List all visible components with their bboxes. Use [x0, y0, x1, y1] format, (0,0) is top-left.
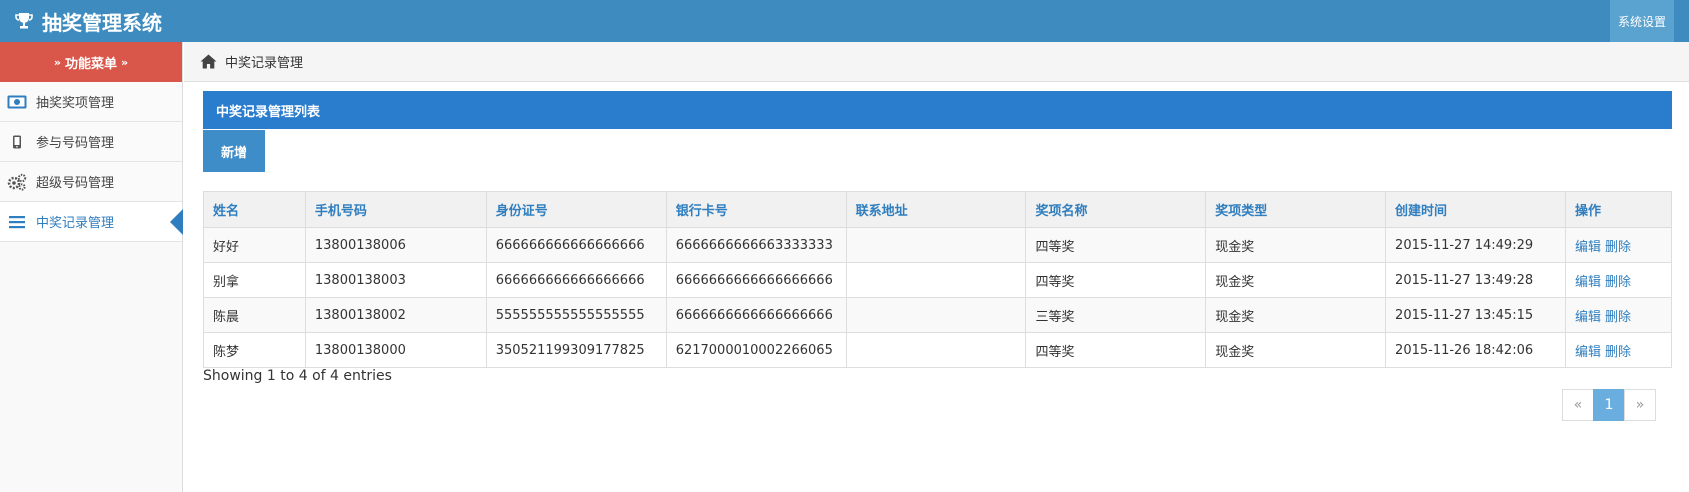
cell-actions: 编辑 删除 — [1564, 332, 1673, 368]
system-settings-button[interactable]: 系统设置 — [1610, 0, 1674, 42]
cell-created-time: 2015-11-26 18:42:06 — [1385, 332, 1566, 368]
cell-bank-card: 6217000010002266065 — [665, 332, 847, 368]
entries-info: Showing 1 to 4 of 4 entries — [203, 368, 392, 384]
cell-actions: 编辑 删除 — [1564, 262, 1673, 298]
table-row: 陈梦 13800138000 350521199309177825 621700… — [203, 332, 1673, 368]
pagination: « 1 » — [1562, 389, 1656, 421]
cell-prize-name: 四等奖 — [1025, 227, 1207, 263]
table-row: 好好 13800138006 666666666666666666 666666… — [203, 227, 1673, 263]
edit-link[interactable]: 编辑 — [1575, 345, 1601, 360]
page-1-button[interactable]: 1 — [1593, 389, 1625, 421]
double-chevron-down-icon: » — [121, 55, 129, 69]
sidebar-item-label: 参与号码管理 — [36, 136, 115, 151]
list-icon — [6, 212, 28, 232]
column-header[interactable]: 姓名 — [203, 191, 306, 228]
cell-name: 陈梦 — [203, 332, 306, 368]
cell-phone: 13800138006 — [304, 227, 487, 263]
brand[interactable]: 抽奖管理系统 — [14, 0, 162, 42]
double-chevron-down-icon: » — [53, 55, 61, 69]
cell-phone: 13800138002 — [304, 297, 487, 333]
edit-link[interactable]: 编辑 — [1575, 310, 1601, 325]
column-header[interactable]: 身份证号 — [485, 191, 667, 228]
add-button[interactable]: 新增 — [203, 130, 265, 172]
column-header[interactable]: 手机号码 — [304, 191, 487, 228]
cell-address — [845, 297, 1027, 333]
sidebar: » 功能菜单 » 抽奖奖项管理 参与号码管理 超级号码管理 中奖记录管理 — [0, 42, 183, 492]
cell-created-time: 2015-11-27 13:45:15 — [1385, 297, 1566, 333]
cell-phone: 13800138000 — [304, 332, 487, 368]
cell-id-number: 666666666666666666 — [485, 227, 667, 263]
cell-address — [845, 332, 1027, 368]
column-header[interactable]: 奖项名称 — [1025, 191, 1207, 228]
menu-title: 功能菜单 — [64, 56, 117, 72]
cell-name: 陈晨 — [203, 297, 306, 333]
menu-header[interactable]: » 功能菜单 » — [0, 42, 182, 82]
prev-page-button[interactable]: « — [1562, 389, 1594, 421]
table-header-row: 姓名 手机号码 身份证号 银行卡号 联系地址 奖项名称 奖项类型 创建时间 操作 — [203, 191, 1673, 228]
cell-created-time: 2015-11-27 14:49:29 — [1385, 227, 1566, 263]
cell-bank-card: 6666666666666666666 — [665, 297, 847, 333]
delete-link[interactable]: 删除 — [1605, 310, 1631, 325]
sidebar-item-label: 中奖记录管理 — [36, 216, 115, 231]
sidebar-item-participant-numbers[interactable]: 参与号码管理 — [0, 122, 182, 162]
cell-id-number: 350521199309177825 — [485, 332, 667, 368]
sidebar-item-winning-records[interactable]: 中奖记录管理 — [0, 202, 183, 242]
panel-title: 中奖记录管理列表 — [203, 91, 1672, 129]
app-title: 抽奖管理系统 — [42, 10, 162, 35]
column-header[interactable]: 联系地址 — [845, 191, 1027, 228]
sidebar-item-prize-management[interactable]: 抽奖奖项管理 — [0, 82, 182, 122]
edit-link[interactable]: 编辑 — [1575, 240, 1601, 255]
money-icon — [6, 92, 28, 112]
cell-prize-name: 三等奖 — [1025, 297, 1207, 333]
cell-id-number: 555555555555555555 — [485, 297, 667, 333]
cell-prize-type: 现金奖 — [1205, 262, 1387, 298]
mobile-icon — [6, 132, 28, 152]
column-header[interactable]: 创建时间 — [1385, 191, 1566, 228]
column-header[interactable]: 奖项类型 — [1205, 191, 1387, 228]
table-row: 别拿 13800138003 666666666666666666 666666… — [203, 262, 1673, 298]
cell-phone: 13800138003 — [304, 262, 487, 298]
trophy-icon — [15, 13, 33, 29]
cell-bank-card: 6666666666663333333 — [665, 227, 847, 263]
cell-prize-type: 现金奖 — [1205, 332, 1387, 368]
records-table: 姓名 手机号码 身份证号 银行卡号 联系地址 奖项名称 奖项类型 创建时间 操作… — [203, 191, 1673, 368]
cell-actions: 编辑 删除 — [1564, 297, 1673, 333]
delete-link[interactable]: 删除 — [1605, 240, 1631, 255]
cell-actions: 编辑 删除 — [1564, 227, 1673, 263]
cell-bank-card: 6666666666666666666 — [665, 262, 847, 298]
gears-icon — [6, 172, 28, 192]
table-row: 陈晨 13800138002 555555555555555555 666666… — [203, 297, 1673, 333]
column-header[interactable]: 操作 — [1564, 191, 1673, 228]
top-navbar: 抽奖管理系统 系统设置 — [0, 0, 1689, 42]
cell-prize-type: 现金奖 — [1205, 227, 1387, 263]
sidebar-item-super-numbers[interactable]: 超级号码管理 — [0, 162, 182, 202]
cell-created-time: 2015-11-27 13:49:28 — [1385, 262, 1566, 298]
breadcrumb-current: 中奖记录管理 — [225, 56, 304, 71]
delete-link[interactable]: 删除 — [1605, 345, 1631, 360]
next-page-button[interactable]: » — [1624, 389, 1656, 421]
column-header[interactable]: 银行卡号 — [665, 191, 847, 228]
cell-prize-name: 四等奖 — [1025, 332, 1207, 368]
breadcrumb: 中奖记录管理 — [184, 42, 1689, 82]
edit-link[interactable]: 编辑 — [1575, 275, 1601, 290]
cell-prize-type: 现金奖 — [1205, 297, 1387, 333]
cell-name: 别拿 — [203, 262, 306, 298]
cell-id-number: 666666666666666666 — [485, 262, 667, 298]
sidebar-item-label: 超级号码管理 — [36, 176, 115, 191]
cell-address — [845, 262, 1027, 298]
cell-address — [845, 227, 1027, 263]
delete-link[interactable]: 删除 — [1605, 275, 1631, 290]
home-icon[interactable] — [200, 54, 217, 69]
cell-prize-name: 四等奖 — [1025, 262, 1207, 298]
sidebar-item-label: 抽奖奖项管理 — [36, 96, 115, 111]
cell-name: 好好 — [203, 227, 306, 263]
